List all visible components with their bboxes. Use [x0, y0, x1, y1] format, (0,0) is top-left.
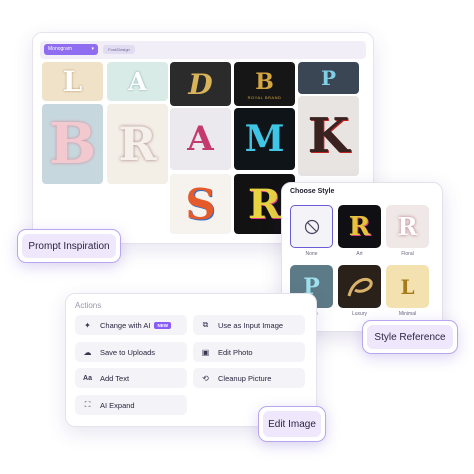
- style-floral-option[interactable]: R: [386, 205, 429, 248]
- style-art-letter: R: [348, 211, 371, 242]
- cleanup-picture-button[interactable]: ⟲ Cleanup Picture: [193, 368, 305, 388]
- prompt-inspiration-callout[interactable]: Prompt Inspiration: [17, 229, 121, 263]
- gallery-tile[interactable]: B: [42, 104, 103, 184]
- gallery-tile-letter: P: [320, 66, 337, 90]
- add-text-button[interactable]: Aa Add Text: [75, 368, 187, 388]
- text-icon: Aa: [83, 374, 92, 382]
- gallery-tile-letter: R: [247, 180, 282, 228]
- cleanup-picture-label: Cleanup Picture: [218, 373, 272, 383]
- style-luxury-option[interactable]: [338, 265, 381, 308]
- gallery-tile[interactable]: L: [42, 62, 103, 101]
- style-reference-label: Style Reference: [367, 325, 453, 349]
- add-text-label: Add Text: [100, 373, 130, 383]
- use-as-input-image-button[interactable]: ⧉ Use as Input Image: [193, 315, 305, 335]
- style-floral-label: Floral: [401, 251, 414, 257]
- gallery-tile[interactable]: B ROYAL BRAND: [234, 62, 295, 106]
- style-art-option[interactable]: R: [338, 205, 381, 248]
- luxury-swirl-icon: [347, 277, 373, 296]
- gallery-tile-letter: A: [187, 119, 214, 159]
- gallery-tile-letter: L: [62, 65, 83, 98]
- style-art-label: Art: [356, 251, 363, 257]
- gallery-tile-letter: M: [244, 118, 285, 160]
- save-to-uploads-label: Save to Uploads: [100, 347, 156, 357]
- gallery-tile[interactable]: A: [107, 62, 168, 101]
- new-badge: NEW: [154, 321, 171, 329]
- edit-photo-icon: ▣: [201, 347, 210, 357]
- choose-style-title: Choose Style: [290, 188, 335, 195]
- save-to-uploads-button[interactable]: ☁ Save to Uploads: [75, 342, 187, 362]
- model-select[interactable]: Monogram ▾: [44, 44, 98, 55]
- ai-expand-label: AI Expand: [100, 400, 135, 410]
- style-minimal-letter: L: [400, 274, 415, 299]
- gallery-tile-letter: R: [118, 117, 157, 171]
- wand-icon: ✦: [84, 320, 91, 330]
- prompt-chip[interactable]: Font/Design: [103, 45, 135, 54]
- edit-photo-button[interactable]: ▣ Edit Photo: [193, 342, 305, 362]
- gallery-tile-letter: S: [185, 179, 216, 229]
- gallery-tile-caption: ROYAL BRAND: [247, 94, 282, 100]
- style-reference-callout[interactable]: Style Reference: [362, 320, 458, 354]
- style-minimal-option[interactable]: L: [386, 265, 429, 308]
- chevron-down-icon: ▾: [91, 46, 94, 52]
- change-with-ai-button[interactable]: ✦ Change with AI NEW: [75, 315, 187, 335]
- gallery-tile-letter: A: [128, 67, 147, 96]
- gallery-tile[interactable]: M: [234, 108, 295, 170]
- image-input-icon: ⧉: [202, 320, 209, 329]
- edit-photo-label: Edit Photo: [218, 347, 253, 357]
- use-as-input-image-label: Use as Input Image: [218, 320, 284, 330]
- none-icon: [304, 219, 319, 234]
- style-none-option[interactable]: [290, 205, 333, 248]
- gallery-tile[interactable]: P: [298, 62, 359, 94]
- gallery-tile[interactable]: A: [170, 108, 231, 170]
- expand-icon: ⛶: [84, 400, 91, 409]
- gallery-tile-letter: B: [255, 68, 274, 95]
- gallery-tile[interactable]: D: [170, 62, 231, 106]
- gallery-tile-letter: D: [188, 67, 213, 101]
- edit-image-label: Edit Image: [263, 411, 321, 437]
- change-with-ai-label: Change with AI: [100, 320, 151, 330]
- style-none-label: None: [305, 251, 318, 257]
- gallery-tile[interactable]: K: [298, 96, 359, 176]
- actions-title: Actions: [75, 301, 102, 310]
- gallery-tile-letter: K: [307, 108, 350, 164]
- edit-image-callout[interactable]: Edit Image: [258, 406, 326, 442]
- ai-expand-button[interactable]: ⛶ AI Expand: [75, 395, 187, 415]
- model-select-label: Monogram: [48, 46, 72, 52]
- style-luxury-label: Luxury: [351, 311, 367, 317]
- style-minimal-label: Minimal: [398, 311, 417, 317]
- gallery-tile[interactable]: S: [170, 174, 231, 234]
- prompt-inspiration-label: Prompt Inspiration: [22, 234, 116, 258]
- gallery-tile-letter: B: [48, 111, 97, 177]
- gallery-tile[interactable]: R: [107, 104, 168, 184]
- style-floral-letter: R: [397, 212, 418, 241]
- cleanup-icon: ⟲: [202, 373, 209, 383]
- upload-icon: ☁: [83, 347, 92, 357]
